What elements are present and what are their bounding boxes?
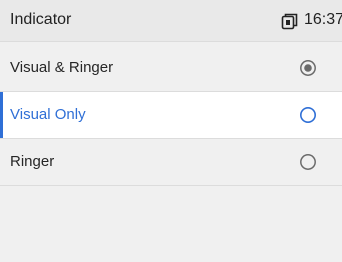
option-visual-and-ringer[interactable]: Visual & Ringer: [0, 45, 342, 92]
status-time: 16:37: [304, 11, 342, 28]
option-label: Visual Only: [10, 106, 86, 123]
option-ringer[interactable]: Ringer: [0, 139, 342, 186]
page-title: Indicator: [10, 11, 72, 28]
phone-handset-icon: [281, 13, 298, 30]
indicator-options-list: Visual & Ringer Visual Only Ringer: [0, 42, 342, 262]
radio-unchecked-icon[interactable]: [299, 153, 317, 171]
selection-indicator: [0, 92, 3, 138]
option-label: Visual & Ringer: [10, 59, 114, 76]
status-bar: Indicator 16:37: [0, 0, 342, 42]
option-visual-only[interactable]: Visual Only: [0, 92, 342, 139]
option-label: Ringer: [10, 153, 55, 170]
radio-checked-icon[interactable]: [299, 59, 317, 77]
radio-unchecked-icon[interactable]: [299, 106, 317, 124]
indicator-screen: Indicator 16:37 Visual & Ringer Visual O…: [0, 0, 342, 262]
